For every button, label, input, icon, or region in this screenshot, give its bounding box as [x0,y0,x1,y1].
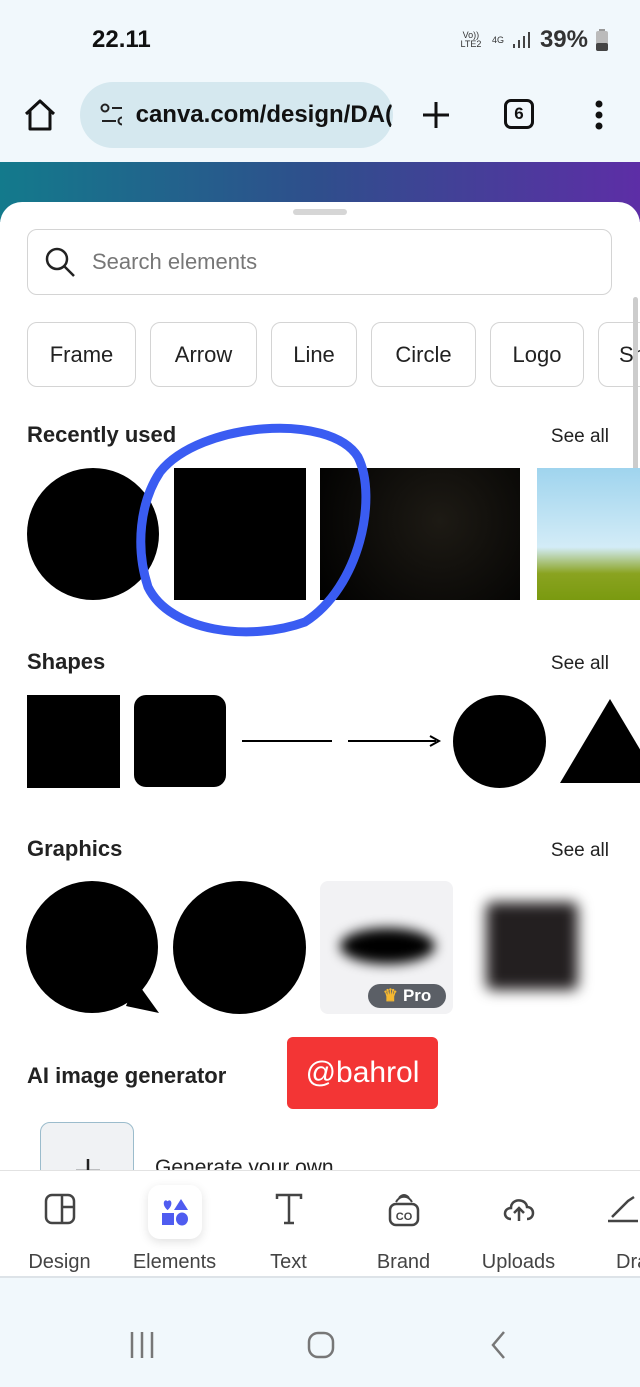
nav-label: Uploads [481,1251,556,1273]
chip-circle[interactable]: Circle [371,322,476,387]
shape-lines[interactable] [240,732,445,752]
see-all-graphics[interactable]: See all [551,840,609,862]
layout-icon [44,1193,75,1225]
see-all-recent[interactable]: See all [551,426,609,448]
battery-percent: 39% [539,26,588,53]
nav-label: Dra [616,1251,640,1273]
text-icon [275,1193,302,1225]
shape-triangle[interactable] [560,695,640,787]
search-input[interactable]: Search elements [27,229,612,295]
graphic-blur-ellipse[interactable]: ♛ Pro [320,881,453,1014]
nav-brand[interactable]: CO Brand [346,1171,461,1279]
nav-draw[interactable]: Dra [576,1171,640,1279]
recent-apps-icon[interactable] [128,1330,156,1360]
bottom-nav: Design Elements Text CO Brand Uploads Dr… [0,1170,640,1278]
tab-switcher-button[interactable]: 6 [504,99,534,129]
shape-circle[interactable] [453,695,546,788]
shape-rounded-square[interactable] [134,695,226,787]
signal-icon [512,32,530,48]
chip-arrow[interactable]: Arrow [150,322,257,387]
recent-landscape-image[interactable] [537,468,640,600]
nav-label: Elements [132,1251,217,1273]
section-title-graphics: Graphics [27,836,123,861]
drag-handle[interactable] [293,209,347,215]
chip-frame[interactable]: Frame [27,322,136,387]
draw-icon [608,1195,638,1223]
upload-cloud-icon [503,1199,534,1221]
url-bar[interactable]: canva.com/design/DA( [80,82,393,148]
nav-label: Design [28,1251,91,1273]
shape-square[interactable] [27,695,120,788]
new-tab-icon[interactable] [421,100,451,130]
site-settings-icon[interactable] [100,103,122,127]
search-placeholder: Search elements [92,249,258,274]
graphic-circle[interactable] [173,881,306,1014]
status-bar: 22.11 Vo)) LTE2 4G 39% [0,0,640,70]
annotation-circle [136,423,371,637]
brand-icon: CO [388,1194,419,1227]
battery-icon [596,29,608,51]
nav-design[interactable]: Design [2,1171,117,1279]
nav-label: Text [270,1251,307,1273]
status-icons: Vo)) LTE2 4G 39% [458,26,608,54]
graphic-blur-square[interactable] [486,902,578,990]
section-title-ai: AI image generator [27,1063,227,1088]
nav-uploads[interactable]: Uploads [461,1171,576,1279]
pro-label: Pro [402,986,432,1005]
elements-panel: Search elements Frame Arrow Line Circle … [0,202,640,1172]
back-icon[interactable] [488,1330,508,1360]
generate-button[interactable] [40,1122,134,1172]
nav-text[interactable]: Text [231,1171,346,1279]
svg-text:CO: CO [395,1211,412,1223]
network-type: 4G [491,34,504,45]
crown-icon: ♛ [382,986,398,1005]
elements-icon [161,1199,188,1226]
more-menu-icon[interactable] [592,99,606,131]
chip-logo[interactable]: Logo [490,322,584,387]
search-icon [45,247,75,277]
clock: 22.11 [92,26,151,53]
section-title-shapes: Shapes [27,649,106,674]
see-all-shapes[interactable]: See all [551,653,609,675]
pro-badge: ♛ Pro [368,984,446,1008]
home-icon[interactable] [22,97,58,133]
graphic-speech-bubble[interactable] [26,881,162,1015]
chip-line[interactable]: Line [271,322,357,387]
nav-label: Brand [376,1251,431,1273]
volte-indicator: Vo)) LTE2 [460,30,482,49]
watermark: @bahrol [287,1037,438,1109]
url-text: canva.com/design/DA( [135,101,393,128]
nav-elements[interactable]: Elements [117,1171,232,1279]
home-nav-icon[interactable] [306,1330,336,1360]
